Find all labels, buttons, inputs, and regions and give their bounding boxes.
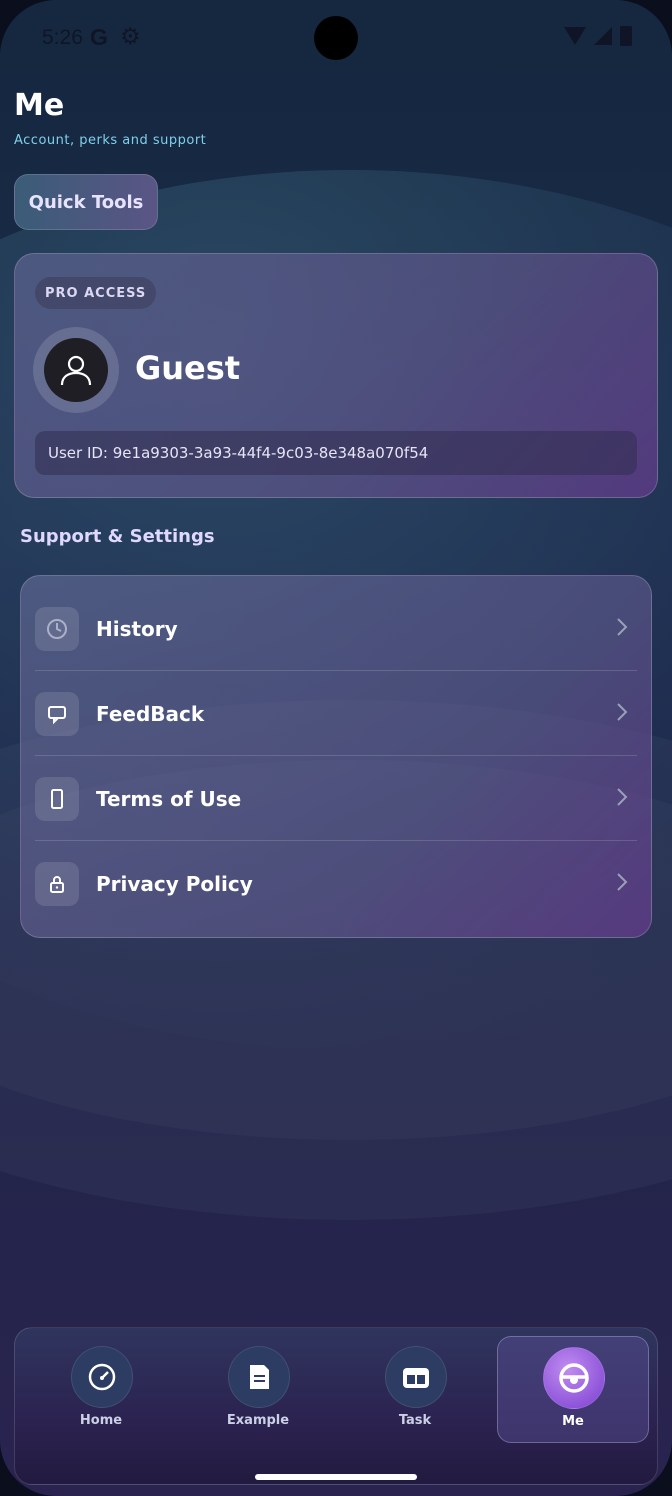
document-icon [228, 1346, 290, 1408]
task-icon [385, 1346, 447, 1408]
bottom-nav: Home Example Task Me [14, 1327, 658, 1485]
tab-task[interactable]: Task [340, 1328, 490, 1448]
status-time: 5:26 [42, 26, 83, 49]
chevron-right-icon [615, 616, 629, 642]
support-list: History FeedBack Terms of Use Privacy Po… [20, 575, 652, 938]
tab-label: Me [562, 1414, 584, 1429]
signal-icon [594, 27, 612, 45]
section-title: Support & Settings [20, 526, 215, 547]
wifi-icon [564, 27, 586, 45]
gear-icon: ⚙ [120, 24, 141, 50]
camera-cutout [314, 16, 358, 60]
list-item-privacy[interactable]: Privacy Policy [35, 841, 637, 926]
screen: 5:26 G ⚙ Me Account, perks and support Q… [0, 0, 672, 1496]
avatar[interactable] [33, 327, 119, 413]
quick-tools-button[interactable]: Quick Tools [14, 174, 158, 230]
page-subtitle: Account, perks and support [14, 133, 207, 148]
tab-label: Task [398, 1413, 432, 1428]
list-item-label: Terms of Use [96, 786, 242, 811]
profile-card: PRO ACCESS Guest User ID: 9e1a9303-3a93-… [14, 253, 658, 498]
status-bar: 5:26 G ⚙ [0, 0, 672, 76]
steering-wheel-icon [543, 1347, 605, 1409]
home-indicator[interactable] [255, 1474, 417, 1480]
chevron-right-icon [615, 871, 629, 897]
document-icon [35, 776, 79, 821]
list-item-terms[interactable]: Terms of Use [35, 756, 637, 841]
pro-access-badge: PRO ACCESS [35, 277, 157, 309]
list-item-feedback[interactable]: FeedBack [35, 671, 637, 756]
tab-home[interactable]: Home [26, 1328, 176, 1448]
status-icons [564, 26, 632, 46]
lock-icon [35, 861, 79, 906]
google-icon: G [90, 24, 108, 50]
history-icon [35, 606, 79, 651]
gauge-icon [71, 1346, 133, 1408]
list-item-label: Privacy Policy [96, 871, 253, 896]
feedback-icon [35, 691, 79, 736]
user-icon [44, 338, 108, 402]
page-title: Me [14, 88, 65, 123]
tab-example[interactable]: Example [183, 1328, 333, 1448]
list-item-label: History [96, 616, 178, 641]
list-item-history[interactable]: History [35, 586, 637, 671]
chevron-right-icon [615, 701, 629, 727]
list-item-label: FeedBack [96, 701, 205, 726]
battery-icon [620, 26, 632, 46]
tab-me[interactable]: Me [497, 1336, 649, 1443]
user-name: Guest [135, 349, 241, 387]
tab-label: Home [79, 1413, 123, 1428]
user-id: User ID: 9e1a9303-3a93-44f4-9c03-8e348a0… [35, 431, 637, 475]
tab-label: Example [226, 1413, 290, 1428]
chevron-right-icon [615, 786, 629, 812]
